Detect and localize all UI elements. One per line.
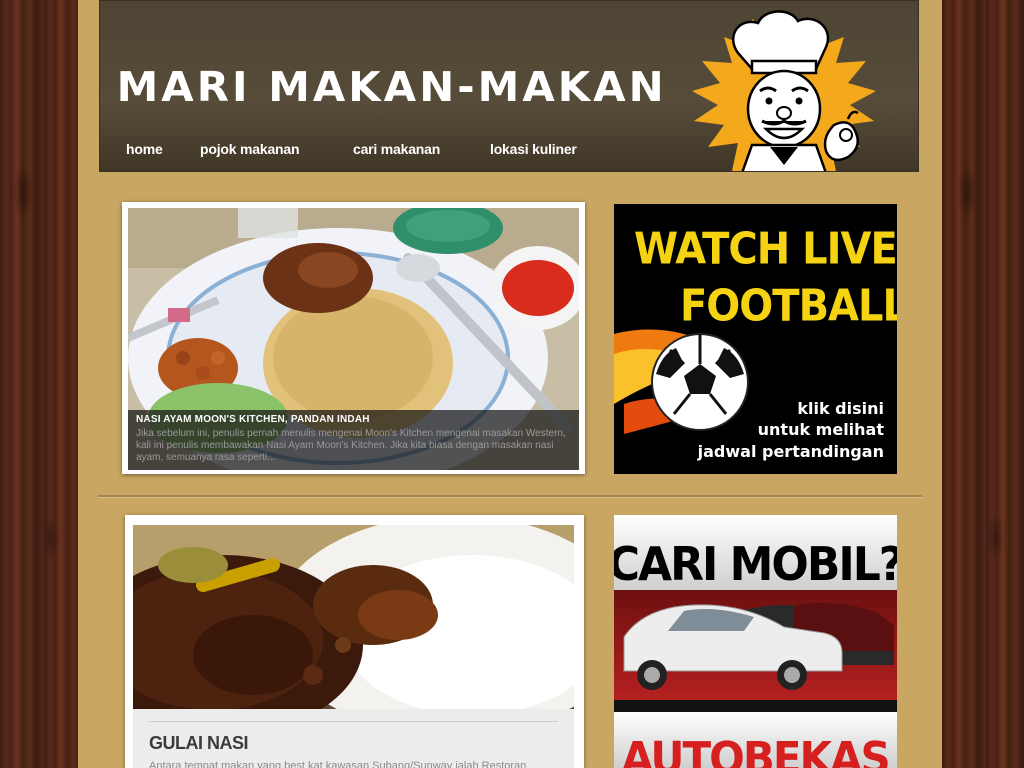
- chef-logo-icon: [692, 10, 876, 171]
- ad-football-headline-2: FOOTBALL: [680, 280, 897, 331]
- post-excerpt: Antara tempat makan yang best kat kawasa…: [149, 760, 527, 768]
- post-body: GULAI NASI Antara tempat makan yang best…: [133, 709, 574, 768]
- featured-excerpt: Jika sebelum ini, penulis pernah menulis…: [136, 428, 566, 463]
- car-ad-graphic: CARI MOBIL? AUTOBEKAS: [614, 515, 897, 768]
- featured-slider[interactable]: NASI AYAM MOON'S KITCHEN, PANDAN INDAH J…: [122, 202, 585, 474]
- ad-football-cta-3: jadwal pertandingan: [697, 442, 884, 461]
- ad-car-brand: AUTOBEKAS: [621, 733, 889, 768]
- section-divider: [98, 495, 922, 498]
- wood-background-left: [0, 0, 78, 768]
- featured-photo[interactable]: NASI AYAM MOON'S KITCHEN, PANDAN INDAH J…: [128, 208, 579, 470]
- post-rule: [149, 721, 558, 722]
- gulai-nasi-image: [133, 525, 574, 709]
- featured-caption: NASI AYAM MOON'S KITCHEN, PANDAN INDAH J…: [128, 410, 579, 470]
- nav-item-cari-makanan[interactable]: cari makanan: [353, 141, 440, 157]
- nav-item-home[interactable]: home: [126, 141, 163, 157]
- site-header: MARI MAKAN-MAKAN home pojok makanan cari…: [99, 0, 919, 172]
- car-ad-banner[interactable]: CARI MOBIL? AUTOBEKAS: [614, 515, 897, 768]
- site-title[interactable]: MARI MAKAN-MAKAN: [117, 63, 667, 111]
- nav-item-pojok-makanan[interactable]: pojok makanan: [200, 141, 300, 157]
- post-card-gulai-nasi[interactable]: GULAI NASI Antara tempat makan yang best…: [125, 515, 584, 768]
- wood-background-right: [942, 0, 1024, 768]
- ad-football-cta-1: klik disini: [797, 399, 884, 418]
- ad-football-cta-2: untuk melihat: [758, 420, 885, 439]
- nav-item-lokasi-kuliner[interactable]: lokasi kuliner: [490, 141, 577, 157]
- featured-title[interactable]: NASI AYAM MOON'S KITCHEN, PANDAN INDAH: [136, 414, 370, 425]
- football-ad-banner[interactable]: WATCH LIVE FOOTBALL klik disini untuk me…: [614, 204, 897, 474]
- ad-car-headline: CARI MOBIL?: [614, 537, 897, 591]
- ad-football-headline-1: WATCH LIVE: [634, 223, 897, 274]
- football-ad-graphic: WATCH LIVE FOOTBALL klik disini untuk me…: [614, 204, 897, 474]
- page-container: MARI MAKAN-MAKAN home pojok makanan cari…: [78, 0, 942, 768]
- post-photo[interactable]: [133, 525, 574, 709]
- post-title[interactable]: GULAI NASI: [149, 733, 249, 754]
